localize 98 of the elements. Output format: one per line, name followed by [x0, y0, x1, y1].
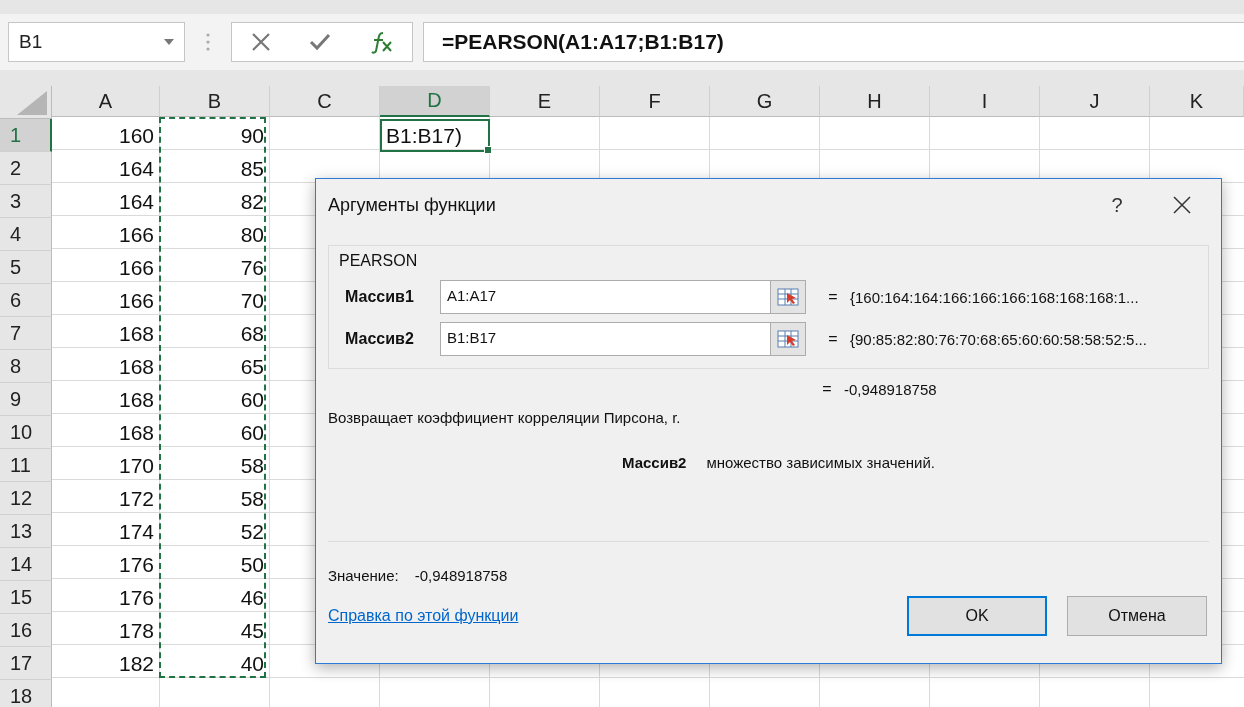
- column-header[interactable]: C: [270, 86, 380, 117]
- value-label: Значение:: [328, 567, 399, 584]
- row-header[interactable]: 7: [0, 317, 52, 350]
- row-header[interactable]: 18: [0, 680, 52, 707]
- table-cell: B1:B17): [380, 119, 490, 152]
- table-cell-text: 65: [239, 353, 265, 380]
- formula-field[interactable]: =PEARSON(A1:A17;B1:B17): [423, 22, 1244, 62]
- equals-sign: =: [827, 288, 839, 306]
- table-cell-text: 168: [117, 419, 155, 446]
- dialog-button[interactable]: Отмена: [1067, 596, 1207, 636]
- row-header[interactable]: 4: [0, 218, 52, 251]
- argument-label: Массив2: [345, 330, 415, 348]
- range-picker-button[interactable]: [770, 323, 805, 355]
- column-header[interactable]: A: [52, 86, 160, 117]
- row-header[interactable]: 1: [0, 119, 52, 152]
- table-cell-text: 170: [117, 452, 155, 479]
- row-header[interactable]: 2: [0, 152, 52, 185]
- range-picker-icon: [777, 288, 799, 306]
- grip-dots-icon: [206, 33, 210, 51]
- table-cell-text: 50: [239, 551, 265, 578]
- argument-value-preview: {160:164:164:166:166:166:168:168:168:1...: [850, 288, 1139, 306]
- dialog-title: Аргументы функции: [328, 194, 497, 216]
- range-picker-button[interactable]: [770, 281, 805, 313]
- fill-handle[interactable]: [484, 146, 492, 154]
- column-header[interactable]: G: [710, 86, 820, 117]
- table-cell-text: 164: [117, 155, 155, 182]
- column-header[interactable]: D: [380, 86, 490, 117]
- dropdown-caret-icon[interactable]: [164, 39, 174, 45]
- column-header[interactable]: B: [160, 86, 270, 117]
- table-cell-text: 40: [239, 650, 265, 677]
- argument-value-preview: {90:85:82:80:76:70:68:65:60:60:58:58:52:5...: [850, 330, 1147, 348]
- function-description: Возвращает коэффициент корреляции Пирсона, r.: [328, 409, 682, 426]
- function-name: PEARSON: [339, 252, 419, 270]
- column-header[interactable]: F: [600, 86, 710, 117]
- equals-sign: =: [821, 380, 833, 398]
- table-cell-text: 178: [117, 617, 155, 644]
- dialog-button[interactable]: OK: [907, 596, 1047, 636]
- table-cell-text: 90: [239, 122, 265, 149]
- table-cell-text: 58: [239, 485, 265, 512]
- table-cell-text: 172: [117, 485, 155, 512]
- table-cell-text: 168: [117, 353, 155, 380]
- check-icon[interactable]: [309, 33, 331, 51]
- table-cell-text: 166: [117, 221, 155, 248]
- argument-description: множество зависимых значений.: [706, 454, 936, 471]
- column-header[interactable]: H: [820, 86, 930, 117]
- row-header[interactable]: 3: [0, 185, 52, 218]
- table-cell-text: 82: [239, 188, 265, 215]
- value-text: -0,948918758: [414, 567, 508, 584]
- formula-result: -0,948918758: [844, 380, 937, 398]
- row-header[interactable]: 13: [0, 515, 52, 548]
- table-cell-text: 45: [239, 617, 265, 644]
- table-cell-text: 182: [117, 650, 155, 677]
- row-header[interactable]: 5: [0, 251, 52, 284]
- row-header[interactable]: 10: [0, 416, 52, 449]
- row-header[interactable]: 15: [0, 581, 52, 614]
- table-cell-text: 80: [239, 221, 265, 248]
- equals-sign: =: [827, 330, 839, 348]
- row-header[interactable]: 16: [0, 614, 52, 647]
- table-cell-text: 168: [117, 386, 155, 413]
- table-cell-text: 85: [239, 155, 265, 182]
- argument-field[interactable]: A1:A17: [440, 280, 806, 314]
- table-cell-text: 176: [117, 584, 155, 611]
- row-header[interactable]: 11: [0, 449, 52, 482]
- table-cell-text: 160: [117, 122, 155, 149]
- table-cell-text: 174: [117, 518, 155, 545]
- help-link[interactable]: Справка по этой функции: [328, 607, 887, 625]
- argument-label: Массив1: [345, 288, 415, 306]
- range-picker-icon: [777, 330, 799, 348]
- row-header[interactable]: 12: [0, 482, 52, 515]
- table-cell-text: 166: [117, 287, 155, 314]
- column-header[interactable]: K: [1150, 86, 1244, 117]
- insert-function-icon[interactable]: [369, 30, 393, 54]
- row-header[interactable]: 9: [0, 383, 52, 416]
- table-cell-text: 166: [117, 254, 155, 281]
- table-cell-text: 60: [239, 419, 265, 446]
- argument-field[interactable]: B1:B17: [440, 322, 806, 356]
- table-cell-text: 52: [239, 518, 265, 545]
- table-cell-text: 70: [239, 287, 265, 314]
- table-cell-text: 164: [117, 188, 155, 215]
- table-cell-text: 68: [239, 320, 265, 347]
- row-header[interactable]: 6: [0, 284, 52, 317]
- row-header[interactable]: 17: [0, 647, 52, 680]
- name-box[interactable]: B1: [8, 22, 185, 62]
- table-cell-text: 176: [117, 551, 155, 578]
- table-cell-text: 76: [239, 254, 265, 281]
- column-header[interactable]: I: [930, 86, 1040, 117]
- table-cell-text: 168: [117, 320, 155, 347]
- table-cell-text: 46: [239, 584, 265, 611]
- cancel-icon[interactable]: [251, 32, 271, 52]
- table-cell-text: 58: [239, 452, 265, 479]
- argument-name: Массив2: [621, 454, 687, 471]
- close-icon[interactable]: [1173, 196, 1191, 214]
- table-cell-text: 60: [239, 386, 265, 413]
- help-button[interactable]: ?: [1097, 193, 1137, 217]
- column-header[interactable]: E: [490, 86, 600, 117]
- row-header[interactable]: 8: [0, 350, 52, 383]
- row-header[interactable]: 14: [0, 548, 52, 581]
- column-header[interactable]: J: [1040, 86, 1150, 117]
